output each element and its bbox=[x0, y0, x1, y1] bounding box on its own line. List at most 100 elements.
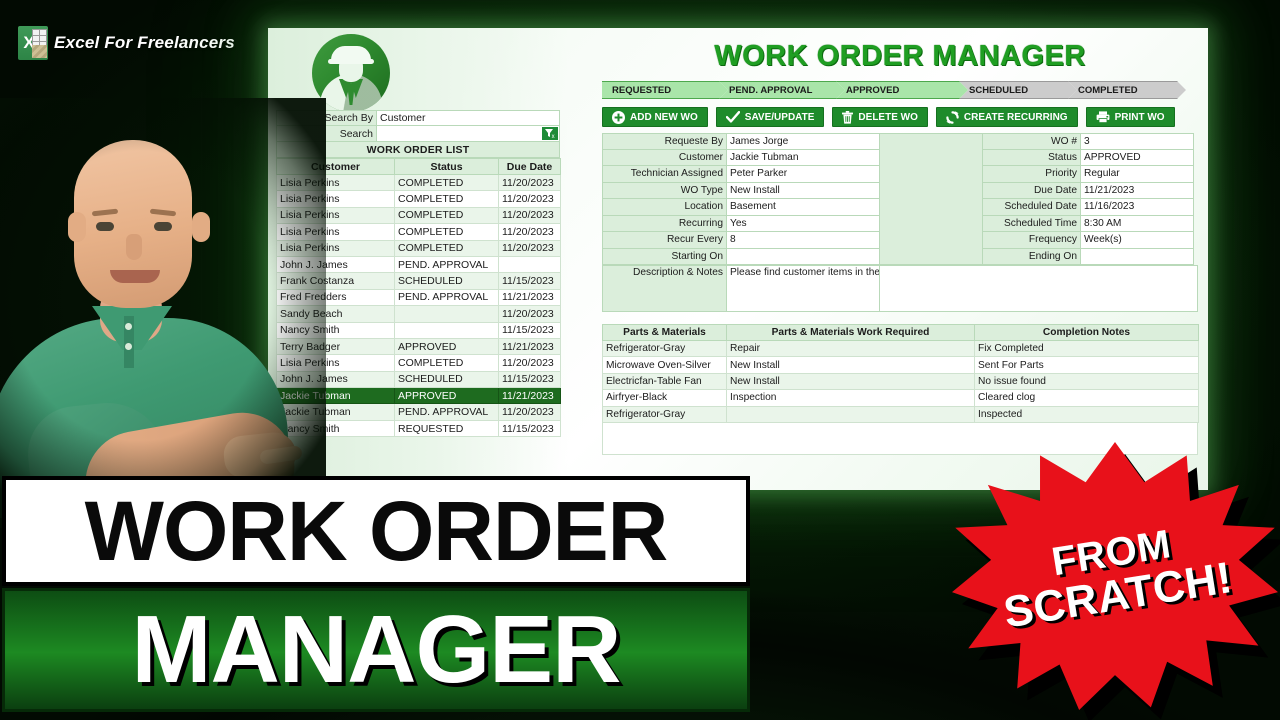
scheduled-time-field[interactable]: 8:30 AM bbox=[1080, 215, 1194, 232]
youtube-thumbnail: X Excel For Freelancers Search By Custom… bbox=[0, 0, 1280, 720]
parts-materials-panel: Parts & Materials Parts & Materials Work… bbox=[600, 324, 1200, 455]
form-row: Status APPROVED bbox=[982, 149, 1194, 166]
customer-field[interactable]: Jackie Tubman bbox=[726, 149, 880, 166]
form-row: WO Type New Install bbox=[602, 182, 880, 199]
form-row: Location Basement bbox=[602, 199, 880, 216]
form-row: Ending On bbox=[982, 248, 1194, 265]
search-input[interactable]: x bbox=[376, 126, 560, 142]
status-field[interactable]: APPROVED bbox=[1080, 149, 1194, 166]
cell-status: SCHEDULED bbox=[394, 272, 499, 290]
table-row[interactable]: Sandy Beach 11/20/2023 bbox=[276, 305, 561, 323]
recurring-field[interactable]: Yes bbox=[726, 215, 880, 232]
pipeline-step-scheduled[interactable]: SCHEDULED bbox=[959, 81, 1077, 99]
description-notes-row: Description & Notes Please find customer… bbox=[602, 265, 1198, 312]
cell-completion-notes: Cleared clog bbox=[974, 389, 1199, 407]
printer-icon bbox=[1096, 111, 1110, 123]
table-row[interactable]: Nancy Smith 11/15/2023 bbox=[276, 321, 561, 339]
table-row[interactable]: Airfryer-Black Inspection Cleared clog bbox=[602, 389, 1199, 407]
technician-assigned-field[interactable]: Peter Parker bbox=[726, 166, 880, 183]
table-row[interactable]: Refrigerator-Gray Repair Fix Completed bbox=[602, 339, 1199, 358]
print-wo-button[interactable]: PRINT WO bbox=[1085, 107, 1175, 127]
cell-status: PEND. APPROVAL bbox=[394, 255, 499, 274]
cell-due-date: 11/15/2023 bbox=[498, 419, 561, 438]
table-row[interactable]: Frank Costanza SCHEDULED 11/15/2023 bbox=[276, 272, 561, 290]
requeste-by-label: Requeste By bbox=[602, 133, 726, 150]
title-text-work-order: WORK ORDER bbox=[84, 484, 669, 578]
cell-due-date: 11/20/2023 bbox=[498, 206, 561, 225]
clear-filter-icon[interactable]: x bbox=[542, 127, 558, 140]
form-row: Due Date 11/21/2023 bbox=[982, 182, 1194, 199]
brand-name: Excel For Freelancers bbox=[54, 33, 235, 52]
cell-due-date: 11/15/2023 bbox=[498, 370, 561, 389]
table-row[interactable]: Jackie Tubman APPROVED 11/21/2023 bbox=[276, 387, 561, 405]
table-row[interactable]: Nancy Smith REQUESTED 11/15/2023 bbox=[276, 419, 561, 438]
trash-icon bbox=[842, 110, 854, 124]
presenter-eye-left bbox=[96, 222, 114, 231]
pipeline-step-requested[interactable]: REQUESTED bbox=[602, 81, 728, 99]
pipeline-step-approved[interactable]: APPROVED bbox=[836, 81, 968, 99]
table-row[interactable]: Electricfan-Table Fan New Install No issue… bbox=[602, 372, 1199, 391]
requeste-by-field[interactable]: James Jorge bbox=[726, 133, 880, 150]
table-row[interactable]: Lisia Perkins COMPLETED 11/20/2023 bbox=[276, 239, 561, 257]
table-row[interactable]: John J. James PEND. APPROVAL bbox=[276, 255, 561, 274]
table-row[interactable]: Lisia Perkins COMPLETED 11/20/2023 bbox=[276, 190, 561, 208]
cell-part: Electricfan-Table Fan bbox=[602, 372, 727, 391]
priority-field[interactable]: Regular bbox=[1080, 166, 1194, 183]
add-new-wo-button[interactable]: ADD NEW WO bbox=[602, 107, 708, 127]
due-date-field[interactable]: 11/21/2023 bbox=[1080, 182, 1194, 199]
table-row[interactable]: Lisia Perkins COMPLETED 11/20/2023 bbox=[276, 354, 561, 372]
table-row[interactable]: Lisia Perkins COMPLETED 11/20/2023 bbox=[276, 223, 561, 241]
money-glyph bbox=[32, 45, 47, 58]
column-header-work-required[interactable]: Parts & Materials Work Required bbox=[726, 324, 975, 341]
status-pipeline: REQUESTED PEND. APPROVAL APPROVED SCHEDULED… bbox=[600, 81, 1200, 99]
table-row[interactable]: Microwave Oven-Silver New Install Sent For… bbox=[602, 356, 1199, 374]
cell-status bbox=[394, 305, 499, 323]
table-row[interactable]: Fred Fredders PEND. APPROVAL 11/21/2023 bbox=[276, 288, 561, 307]
table-row[interactable]: Terry Badger APPROVED 11/21/2023 bbox=[276, 337, 561, 356]
starting-on-field[interactable] bbox=[726, 248, 880, 265]
column-header-status[interactable]: Status bbox=[394, 158, 499, 175]
cell-due-date: 11/20/2023 bbox=[498, 223, 561, 241]
brand-logo: X Excel For Freelancers bbox=[18, 26, 235, 60]
delete-wo-button[interactable]: DELETE WO bbox=[832, 107, 928, 127]
detail-form: Requeste By James Jorge Customer Jackie Tub… bbox=[600, 133, 1200, 265]
ending-on-field[interactable] bbox=[1080, 248, 1194, 265]
work-order-list-panel: Search By Customer Search x WORK ORDER L… bbox=[276, 110, 561, 438]
cell-due-date: 11/21/2023 bbox=[498, 337, 561, 356]
cell-due-date: 11/21/2023 bbox=[498, 288, 561, 307]
cell-completion-notes: No issue found bbox=[974, 372, 1199, 391]
column-header-parts-materials[interactable]: Parts & Materials bbox=[602, 324, 727, 341]
wo-field[interactable]: 3 bbox=[1080, 133, 1194, 150]
column-header-due-date[interactable]: Due Date bbox=[498, 158, 561, 175]
table-row[interactable]: Jackie Tubman PEND. APPROVAL 11/20/2023 bbox=[276, 403, 561, 421]
description-notes-field[interactable]: Please find customer items in the kitche… bbox=[726, 265, 880, 312]
cell-due-date: 11/20/2023 bbox=[498, 190, 561, 208]
work-order-detail-panel: WORK ORDER MANAGER REQUESTED PEND. APPROV… bbox=[600, 28, 1200, 455]
search-by-dropdown[interactable]: Customer bbox=[376, 110, 560, 126]
table-row[interactable]: Lisia Perkins COMPLETED 11/20/2023 bbox=[276, 206, 561, 225]
cell-status: COMPLETED bbox=[394, 173, 499, 192]
detail-form-spacer bbox=[880, 133, 982, 265]
wo-type-field[interactable]: New Install bbox=[726, 182, 880, 199]
cell-status: PEND. APPROVAL bbox=[394, 403, 499, 421]
table-row[interactable]: Refrigerator-Gray Inspected bbox=[602, 405, 1199, 423]
table-row[interactable]: Lisia Perkins COMPLETED 11/20/2023 bbox=[276, 173, 561, 192]
cell-due-date: 11/20/2023 bbox=[498, 354, 561, 372]
table-row[interactable]: John J. James SCHEDULED 11/15/2023 bbox=[276, 370, 561, 389]
scheduled-date-field[interactable]: 11/16/2023 bbox=[1080, 199, 1194, 216]
cell-status: APPROVED bbox=[394, 387, 499, 405]
column-header-completion-notes[interactable]: Completion Notes bbox=[974, 324, 1199, 341]
frequency-field[interactable]: Week(s) bbox=[1080, 232, 1194, 249]
cell-status: COMPLETED bbox=[394, 190, 499, 208]
pipeline-step-completed[interactable]: COMPLETED bbox=[1068, 81, 1186, 99]
recur-every-field[interactable]: 8 bbox=[726, 232, 880, 249]
search-by-row: Search By Customer bbox=[276, 110, 560, 126]
detail-form-right: WO #3 Status APPROVED Priority Regular Due Da… bbox=[982, 133, 1194, 265]
cell-due-date: 11/15/2023 bbox=[498, 272, 561, 290]
check-icon bbox=[725, 111, 740, 123]
location-field[interactable]: Basement bbox=[726, 199, 880, 216]
cell-status: PEND. APPROVAL bbox=[394, 288, 499, 307]
create-recurring-button[interactable]: CREATE RECURRING bbox=[935, 107, 1078, 127]
save-update-button[interactable]: SAVE/UPDATE bbox=[715, 107, 825, 127]
pipeline-step-pend-approval[interactable]: PEND. APPROVAL bbox=[719, 81, 845, 99]
